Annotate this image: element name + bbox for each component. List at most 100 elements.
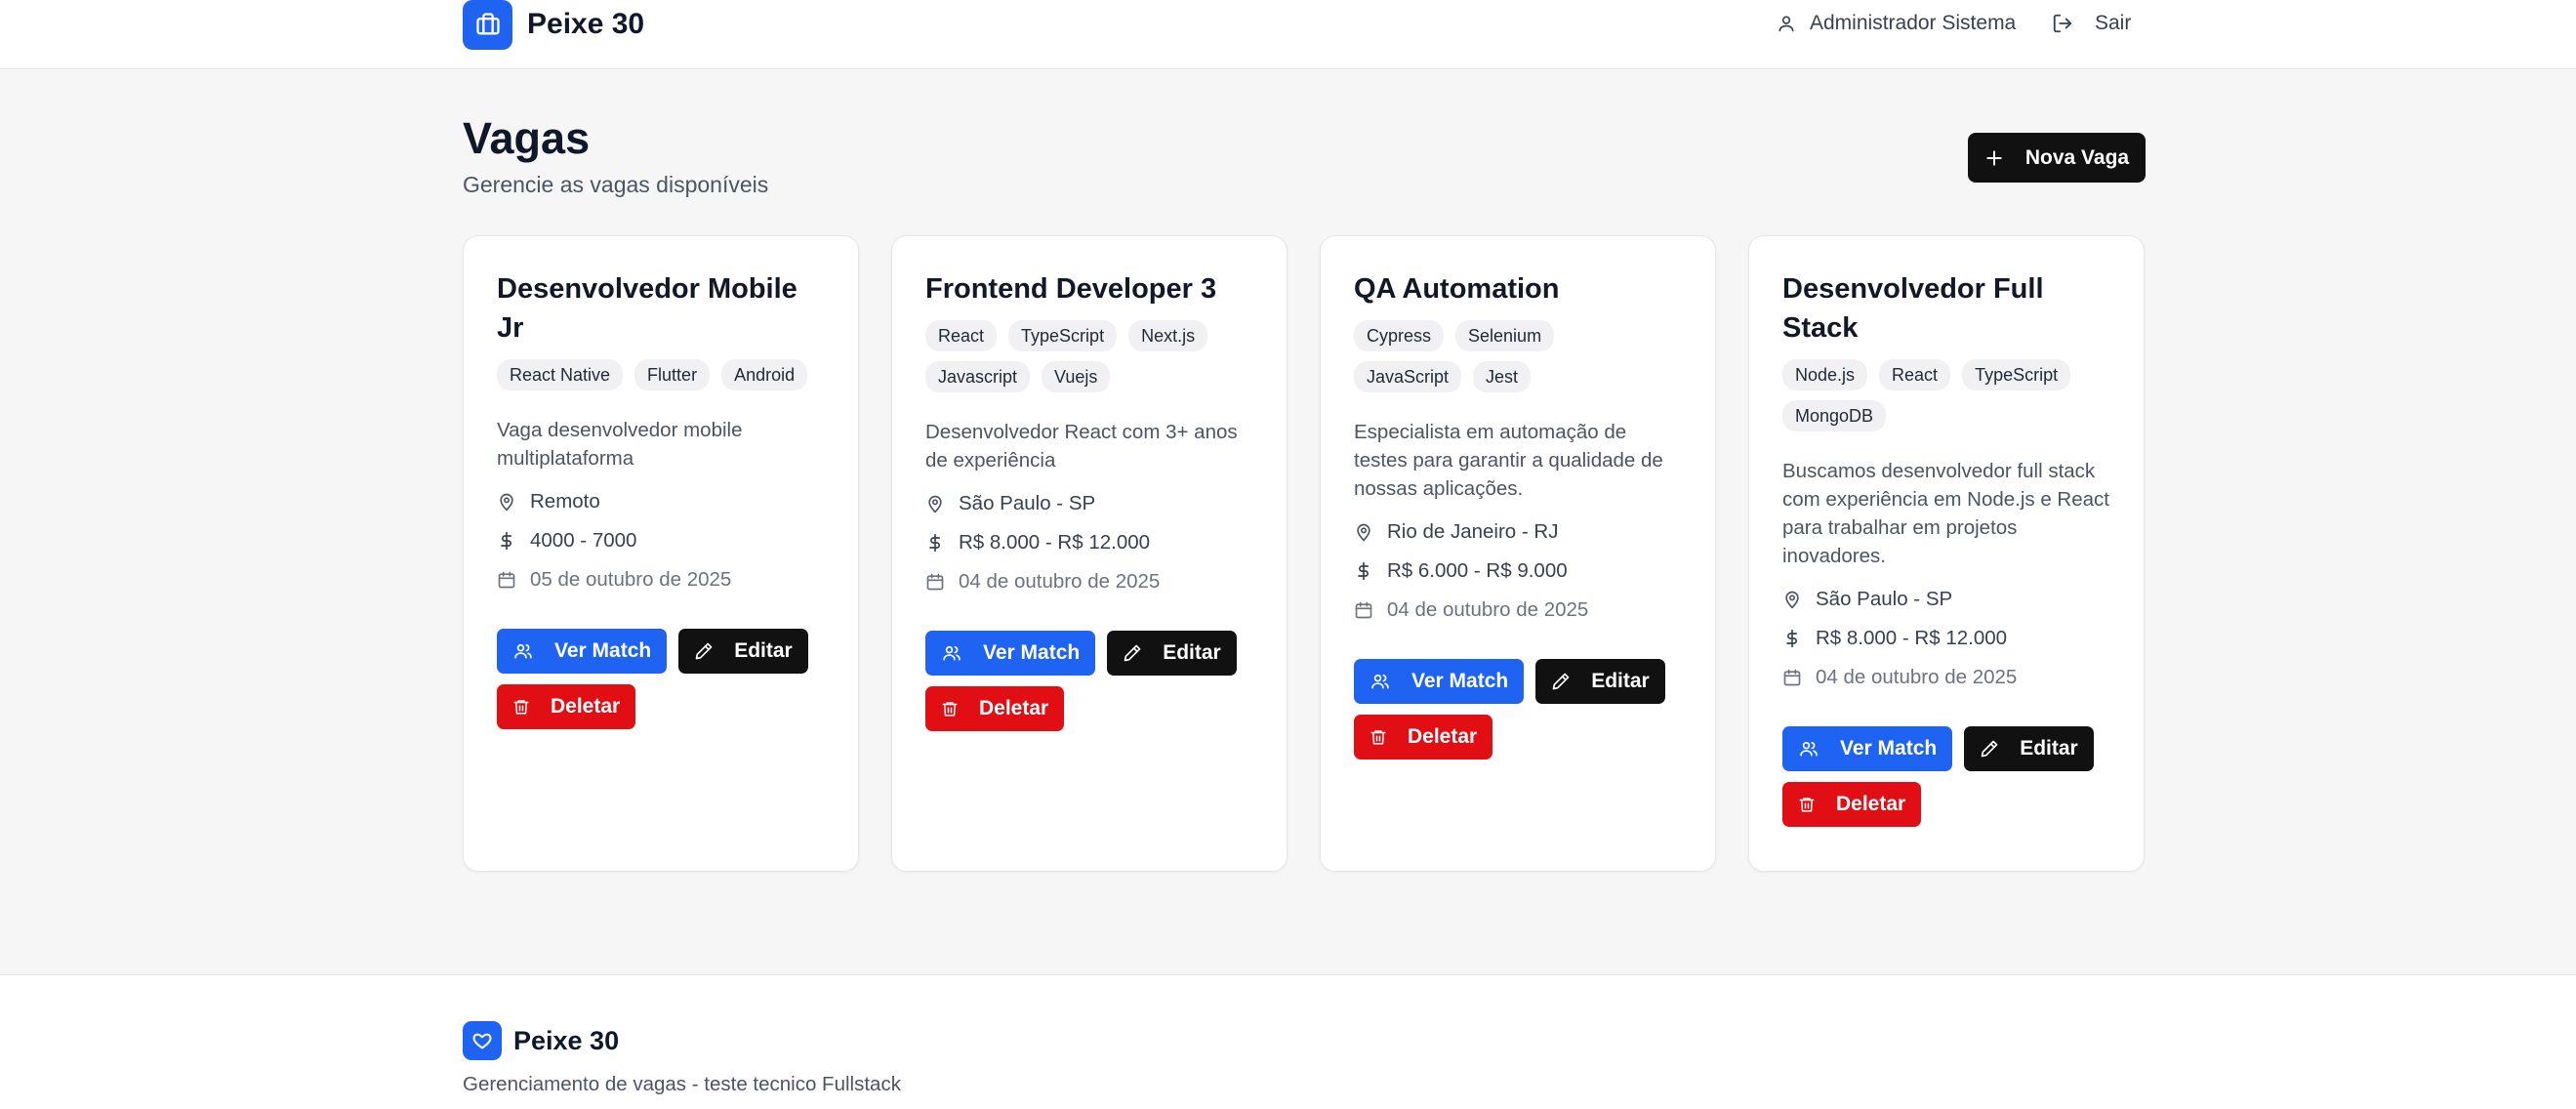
brand-name: Peixe 30 <box>527 8 645 40</box>
ver-match-button[interactable]: Ver Match <box>497 629 668 674</box>
job-card: Frontend Developer 3 React TypeScript Ne… <box>891 235 1288 872</box>
job-salary: 4000 - 7000 <box>497 527 825 554</box>
skill-tag: Next.js <box>1128 320 1208 351</box>
job-location: Rio de Janeiro - RJ <box>1354 518 1682 546</box>
job-date: 04 de outubro de 2025 <box>1782 664 2110 691</box>
job-description: Desenvolvedor React com 3+ anos de exper… <box>925 421 1238 472</box>
edit-button[interactable]: Editar <box>1107 631 1237 676</box>
calendar-icon <box>1782 668 1802 687</box>
pencil-icon <box>1980 739 1999 759</box>
skill-tag: React Native <box>497 359 624 390</box>
ver-match-label: Ver Match <box>1411 670 1509 692</box>
skill-tag: Vuejs <box>1042 361 1111 392</box>
job-date-text: 05 de outubro de 2025 <box>530 568 732 591</box>
skill-tag: MongoDB <box>1782 400 1887 431</box>
calendar-icon <box>497 570 516 590</box>
ver-match-button[interactable]: Ver Match <box>1354 659 1525 704</box>
page-subtitle: Gerencie as vagas disponíveis <box>463 172 769 197</box>
footer-subtitle: Gerenciamento de vagas - teste tecnico F… <box>463 1073 901 1095</box>
job-description: Especialista em automação de testes para… <box>1354 421 1663 500</box>
dollar-icon <box>497 530 516 552</box>
edit-button[interactable]: Editar <box>678 629 808 674</box>
job-title: Desenvolvedor Mobile Jr <box>497 273 797 344</box>
skill-tag: JavaScript <box>1354 361 1462 392</box>
job-salary-text: R$ 8.000 - R$ 12.000 <box>1816 627 2008 649</box>
edit-label: Editar <box>734 639 793 662</box>
users-icon <box>512 641 534 661</box>
job-salary: R$ 8.000 - R$ 12.000 <box>1782 625 2110 652</box>
job-salary-text: 4000 - 7000 <box>530 529 637 552</box>
delete-button[interactable]: Deletar <box>1782 782 1922 827</box>
skill-tag: Javascript <box>925 361 1031 392</box>
job-tags: Cypress Selenium JavaScript Jest <box>1354 320 1682 402</box>
job-title: Frontend Developer 3 <box>925 273 1217 305</box>
job-date: 04 de outubro de 2025 <box>1354 596 1682 624</box>
logout-label: Sair <box>2095 12 2132 34</box>
job-card: QA Automation Cypress Selenium JavaScrip… <box>1320 235 1716 872</box>
footer-brand-name: Peixe 30 <box>513 1025 620 1055</box>
job-card: Desenvolvedor Full Stack Node.js React T… <box>1748 235 2145 872</box>
delete-button[interactable]: Deletar <box>1354 715 1493 760</box>
logout-button[interactable]: Sair <box>2052 9 2131 38</box>
skill-tag: React <box>925 320 998 351</box>
delete-label: Deletar <box>1836 793 1906 815</box>
job-actions: Ver Match Editar Deletar <box>1354 659 1682 770</box>
job-location: São Paulo - SP <box>1782 586 2110 613</box>
trash-icon <box>1370 727 1387 747</box>
edit-button[interactable]: Editar <box>1535 659 1665 704</box>
dollar-icon <box>1782 628 1802 649</box>
trash-icon <box>512 697 530 717</box>
footer: Peixe 30 Gerenciamento de vagas - teste … <box>0 974 2576 1109</box>
pencil-icon <box>1551 672 1571 691</box>
user-menu[interactable]: Administrador Sistema <box>1777 9 2016 38</box>
page-title: Vagas <box>463 113 591 163</box>
heart-icon <box>463 1021 502 1060</box>
ver-match-button[interactable]: Ver Match <box>925 631 1096 676</box>
top-header: Peixe 30 Administrador Sistema Sair <box>0 0 2576 69</box>
trash-icon <box>941 699 959 719</box>
trash-icon <box>1798 795 1816 814</box>
skill-tag: TypeScript <box>1962 359 2071 390</box>
ver-match-label: Ver Match <box>554 639 652 662</box>
skill-tag: Cypress <box>1354 320 1445 351</box>
job-salary-text: R$ 8.000 - R$ 12.000 <box>959 531 1151 554</box>
delete-label: Deletar <box>551 695 621 718</box>
brand[interactable]: Peixe 30 <box>463 0 645 50</box>
users-icon <box>1798 739 1820 759</box>
ver-match-button[interactable]: Ver Match <box>1782 726 1953 771</box>
delete-button[interactable]: Deletar <box>925 686 1065 731</box>
job-card: Desenvolvedor Mobile Jr React Native Flu… <box>463 235 859 872</box>
delete-label: Deletar <box>1408 725 1478 748</box>
new-job-label: Nova Vaga <box>2024 145 2130 169</box>
delete-button[interactable]: Deletar <box>497 684 636 729</box>
job-date-text: 04 de outubro de 2025 <box>959 570 1161 593</box>
dollar-icon <box>1354 560 1373 582</box>
job-location-text: São Paulo - SP <box>959 492 1096 514</box>
job-location: São Paulo - SP <box>925 490 1253 517</box>
skill-tag: React <box>1879 359 1951 390</box>
pencil-icon <box>694 641 714 661</box>
job-date: 04 de outubro de 2025 <box>925 568 1253 596</box>
edit-button[interactable]: Editar <box>1964 726 2094 771</box>
calendar-icon <box>925 572 945 592</box>
new-job-button[interactable]: Nova Vaga <box>1968 133 2146 183</box>
job-salary: R$ 6.000 - R$ 9.000 <box>1354 557 1682 585</box>
footer-brand: Peixe 30 <box>463 1021 619 1060</box>
job-tags: React Native Flutter Android <box>497 359 825 400</box>
job-actions: Ver Match Editar Deletar <box>1782 726 2110 838</box>
job-date: 05 de outubro de 2025 <box>497 566 825 594</box>
job-salary: R$ 8.000 - R$ 12.000 <box>925 529 1253 556</box>
job-tags: React TypeScript Next.js Javascript Vuej… <box>925 320 1253 402</box>
briefcase-icon <box>463 0 512 50</box>
pencil-icon <box>1123 643 1142 663</box>
plus-icon <box>1984 148 2004 168</box>
dollar-icon <box>925 532 945 554</box>
job-location-text: São Paulo - SP <box>1816 588 1953 610</box>
user-icon <box>1777 14 1796 33</box>
map-pin-icon <box>497 492 516 512</box>
job-location-text: Rio de Janeiro - RJ <box>1387 520 1559 543</box>
skill-tag: TypeScript <box>1008 320 1118 351</box>
job-actions: Ver Match Editar Deletar <box>497 629 825 740</box>
job-date-text: 04 de outubro de 2025 <box>1816 666 2018 688</box>
job-location: Remoto <box>497 488 825 515</box>
